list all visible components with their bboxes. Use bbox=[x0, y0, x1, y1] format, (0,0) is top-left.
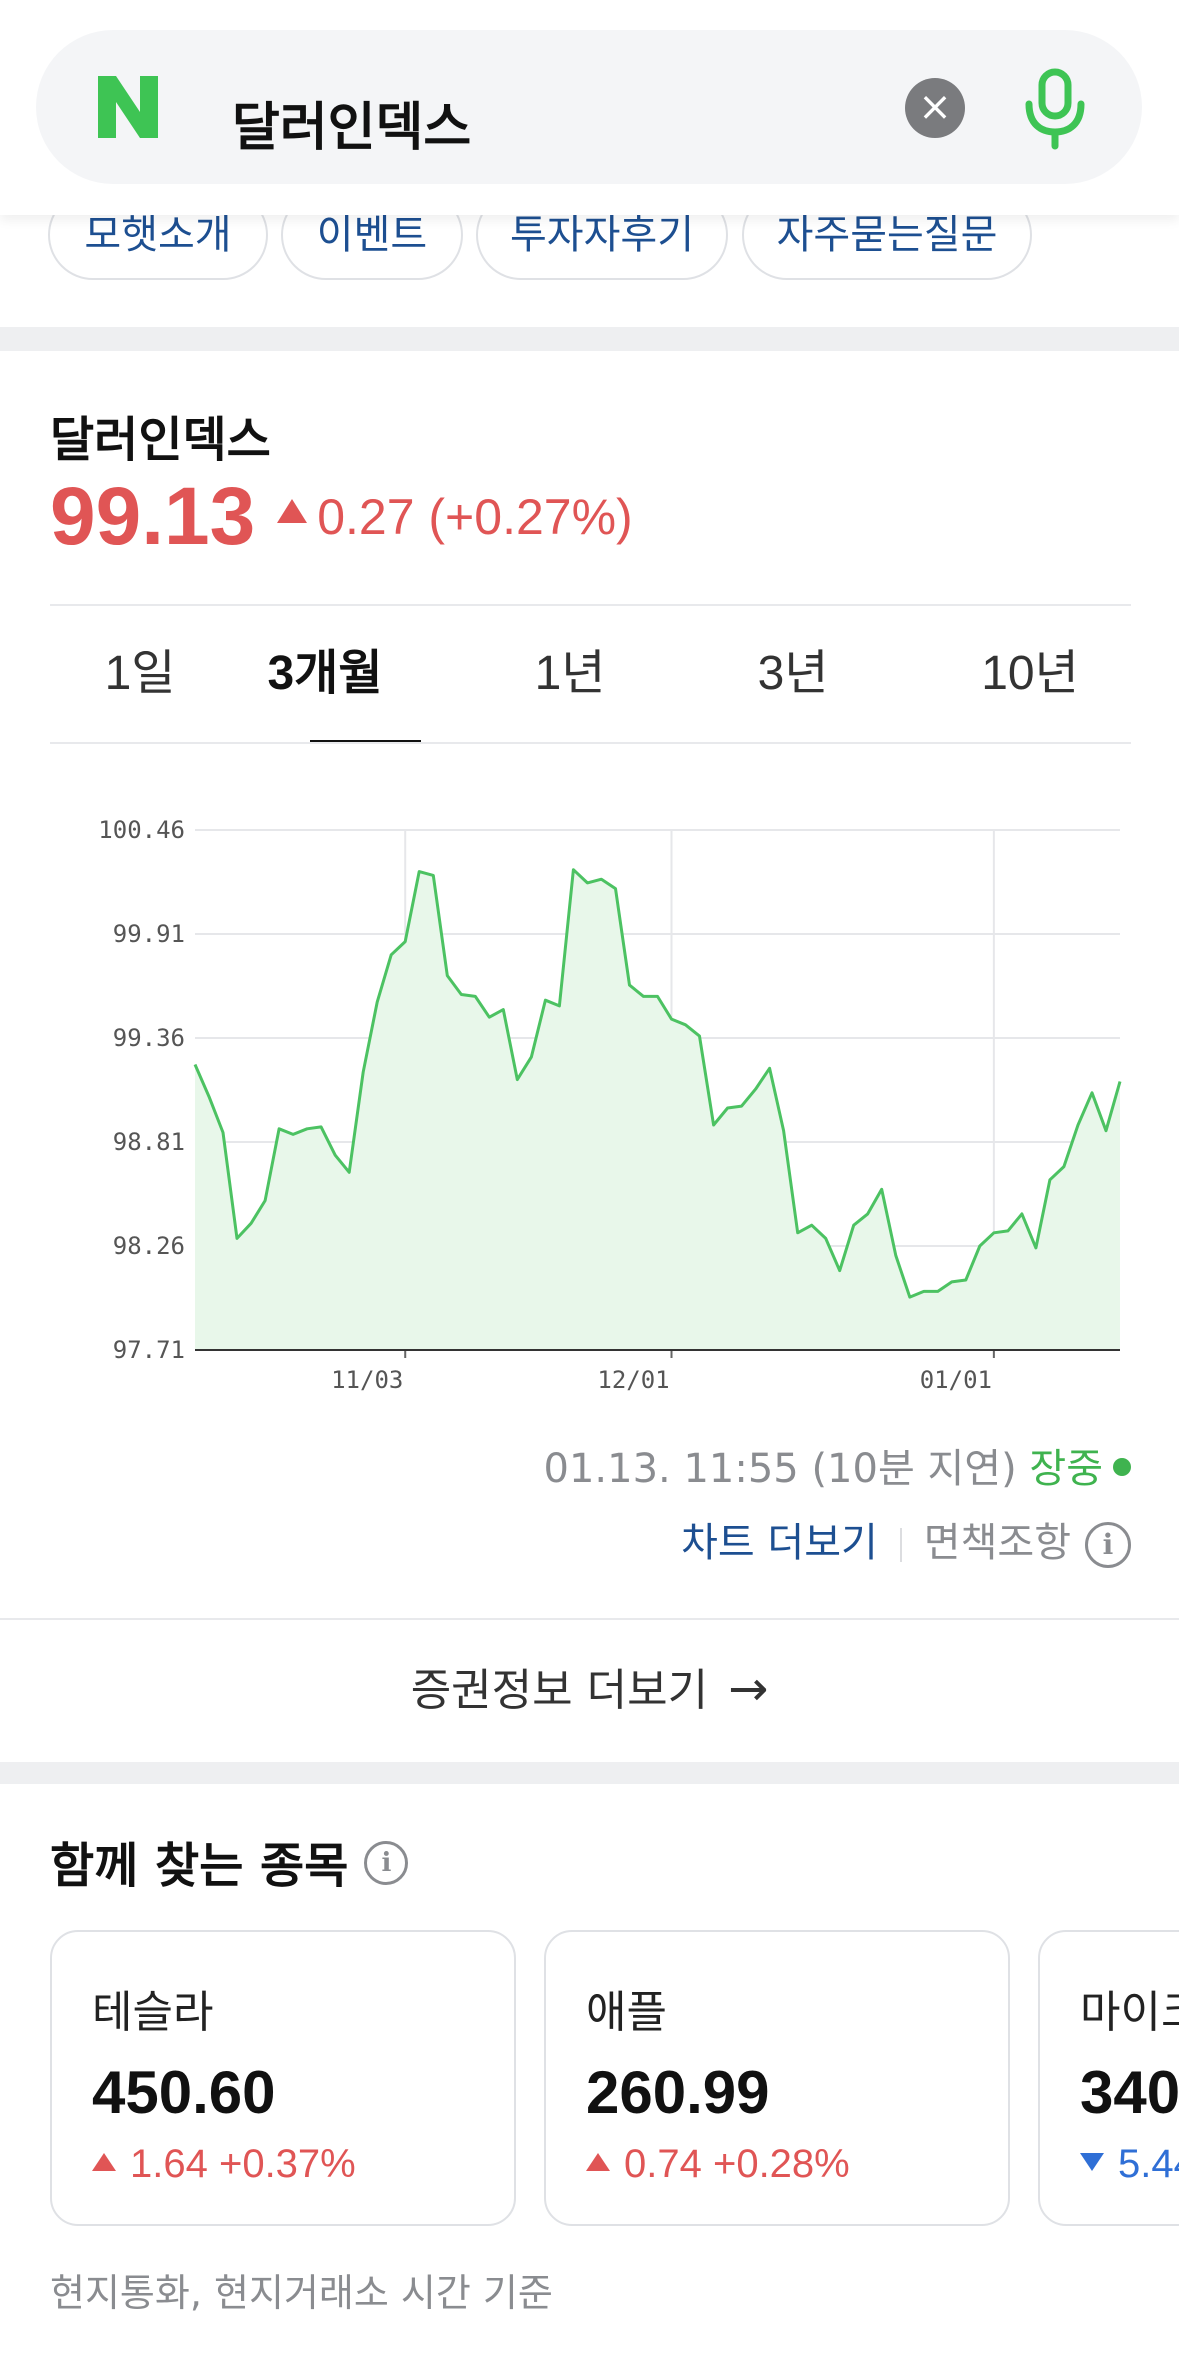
price-chart[interactable]: 100.46 99.91 99.36 98.81 98.26 97.71 11/03 12/0… bbox=[60, 790, 1140, 1410]
arrow-right-icon: → bbox=[728, 1661, 769, 1717]
link-separator bbox=[899, 1528, 902, 1562]
y-tick-label: 99.36 bbox=[113, 1024, 185, 1052]
section-divider bbox=[0, 1762, 1179, 1784]
more-stock-info-button[interactable]: 증권정보 더보기 → bbox=[0, 1618, 1179, 1760]
x-tick-label: 11/03 bbox=[331, 1366, 403, 1394]
stock-card[interactable]: 마이크 340 5.44 bbox=[1038, 1930, 1179, 2226]
triangle-down-icon bbox=[1080, 2153, 1104, 2172]
card-change-text: 0.74 +0.28% bbox=[624, 2142, 850, 2186]
x-tick-label: 01/01 bbox=[920, 1366, 992, 1394]
info-icon[interactable]: i bbox=[1085, 1522, 1131, 1568]
price-row: 99.13 0.27 (+0.27%) bbox=[50, 470, 633, 570]
card-stock-name: 애플 bbox=[586, 1987, 667, 2038]
y-tick-label: 98.26 bbox=[113, 1232, 185, 1260]
naver-logo-icon[interactable] bbox=[94, 72, 162, 142]
tab-1year[interactable]: 1년 bbox=[495, 606, 645, 742]
tab-10year[interactable]: 10년 bbox=[930, 606, 1130, 742]
x-tick-label: 12/01 bbox=[597, 1366, 669, 1394]
tab-3year[interactable]: 3년 bbox=[718, 606, 868, 742]
y-tick-label: 100.46 bbox=[98, 816, 185, 844]
card-stock-name: 테슬라 bbox=[92, 1987, 214, 2038]
card-stock-price: 450.60 bbox=[92, 2059, 276, 2126]
stock-card[interactable]: 애플 260.99 0.74 +0.28% bbox=[544, 1930, 1010, 2226]
triangle-up-icon bbox=[92, 2153, 116, 2172]
triangle-up-icon bbox=[277, 499, 308, 523]
related-cards: 테슬라 450.60 1.64 +0.37% 애플 260.99 0.74 +0… bbox=[0, 1930, 1179, 2230]
card-stock-price: 340 bbox=[1080, 2059, 1179, 2126]
market-status: 장중 bbox=[1029, 1446, 1103, 1492]
card-stock-change: 5.44 bbox=[1080, 2142, 1179, 2187]
more-button-label: 증권정보 더보기 bbox=[410, 1665, 709, 1716]
divider bbox=[50, 742, 1131, 744]
microphone-icon[interactable] bbox=[1015, 66, 1095, 150]
timestamp-text: 01.13. 11:55 (10분 지연) bbox=[543, 1446, 1017, 1492]
related-title: 함께 찾는 종목 i bbox=[50, 1826, 409, 1896]
card-stock-name: 마이크 bbox=[1080, 1987, 1179, 2038]
card-stock-price: 260.99 bbox=[586, 2059, 770, 2126]
card-change-text: 1.64 +0.37% bbox=[130, 2142, 356, 2186]
search-header: 달러인덱스 × bbox=[0, 0, 1179, 215]
card-stock-change: 1.64 +0.37% bbox=[92, 2142, 356, 2187]
triangle-up-icon bbox=[586, 2153, 610, 2172]
info-icon[interactable]: i bbox=[364, 1841, 409, 1885]
section-divider bbox=[0, 327, 1179, 351]
area-fill bbox=[195, 869, 1120, 1350]
y-tick-label: 97.71 bbox=[113, 1336, 185, 1364]
current-price: 99.13 bbox=[50, 471, 256, 562]
search-input[interactable]: 달러인덱스 bbox=[232, 102, 471, 154]
y-tick-label: 98.81 bbox=[113, 1128, 185, 1156]
chart-more-link[interactable]: 차트 더보기 bbox=[681, 1520, 878, 1566]
card-change-text: 5.44 bbox=[1118, 2142, 1179, 2186]
related-title-text: 함께 찾는 종목 bbox=[50, 1838, 349, 1894]
tab-3month[interactable]: 3개월 bbox=[230, 606, 420, 742]
tab-1day[interactable]: 1일 bbox=[50, 606, 230, 742]
stock-title: 달러인덱스 bbox=[50, 412, 271, 468]
disclaimer-link[interactable]: 면책조항 bbox=[924, 1520, 1071, 1566]
clear-icon[interactable]: × bbox=[905, 78, 965, 138]
card-stock-change: 0.74 +0.28% bbox=[586, 2142, 850, 2187]
stock-card[interactable]: 테슬라 450.60 1.64 +0.37% bbox=[50, 1930, 516, 2226]
live-dot-icon bbox=[1113, 1458, 1131, 1476]
price-change: 0.27 (+0.27%) bbox=[317, 489, 633, 545]
chart-timestamp: 01.13. 11:55 (10분 지연) 장중 bbox=[544, 1436, 1131, 1494]
search-bar[interactable]: 달러인덱스 × bbox=[36, 30, 1142, 184]
chart-links: 차트 더보기 면책조항 i bbox=[681, 1510, 1131, 1568]
y-tick-label: 99.91 bbox=[113, 920, 185, 948]
footnote: 현지통화, 현지거래소 시간 기준 bbox=[50, 2271, 553, 2315]
period-tabs: 1일 3개월 1년 3년 10년 bbox=[50, 606, 1131, 744]
